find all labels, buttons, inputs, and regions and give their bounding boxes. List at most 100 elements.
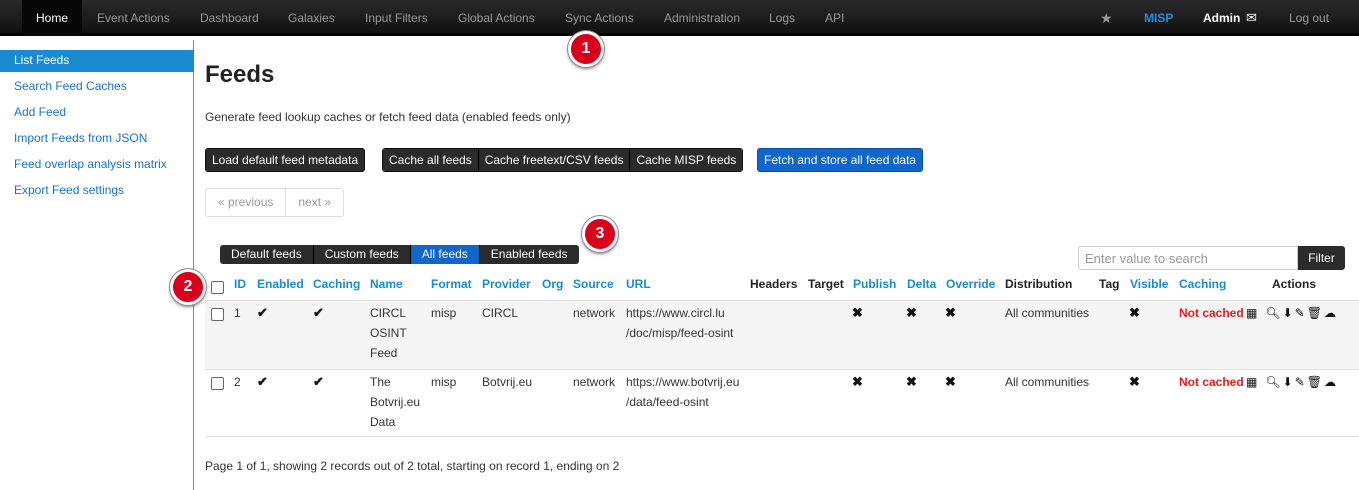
cloud-download-icon[interactable]: ☁ — [1324, 306, 1336, 320]
sidebar-item-list-feeds[interactable]: List Feeds — [0, 50, 194, 72]
cache-status: Not cached — [1179, 375, 1244, 389]
sidebar-item-search-feed-caches[interactable]: Search Feed Caches — [0, 76, 194, 100]
next-page-link[interactable]: next » — [286, 189, 343, 216]
cloud-download-icon[interactable]: ☁ — [1324, 375, 1336, 389]
nav-input-filters[interactable]: Input Filters — [365, 0, 428, 36]
cache-all-button[interactable]: Cache all feeds — [383, 149, 479, 171]
header-url[interactable]: URL — [626, 277, 651, 291]
search-icon[interactable]: 🔍︎ — [1265, 375, 1280, 389]
header-visible[interactable]: Visible — [1130, 277, 1168, 291]
load-default-feeds-button[interactable]: Load default feed metadata — [205, 148, 366, 172]
page-title: Feeds — [205, 61, 275, 88]
nav-brand[interactable]: MISP — [1144, 0, 1173, 36]
tab-all-feeds[interactable]: All feeds — [410, 245, 480, 264]
search-icon[interactable]: 🔍︎ — [1265, 306, 1280, 320]
edit-icon[interactable]: ✎ — [1295, 375, 1305, 389]
header-actions: Actions — [1272, 277, 1317, 291]
cross-icon: ✖ — [945, 374, 956, 389]
cross-icon: ✖ — [906, 305, 917, 320]
header-name[interactable]: Name — [370, 277, 403, 291]
header-headers: Headers — [750, 277, 798, 291]
tab-enabled-feeds[interactable]: Enabled feeds — [480, 245, 579, 264]
header-distribution: Distribution — [1005, 277, 1073, 291]
cell-source: network — [573, 306, 616, 320]
nav-user[interactable]: Admin — [1203, 0, 1240, 36]
top-navbar: Home Event Actions Dashboard Galaxies In… — [0, 0, 1359, 36]
row-checkbox[interactable] — [211, 377, 224, 390]
trash-icon[interactable]: 🗑︎ — [1307, 306, 1322, 320]
header-delta[interactable]: Delta — [907, 277, 936, 291]
sidebar-item-overlap-matrix[interactable]: Feed overlap analysis matrix — [0, 154, 194, 178]
header-override[interactable]: Override — [946, 277, 995, 291]
header-enabled[interactable]: Enabled — [257, 277, 304, 291]
nav-sync-actions[interactable]: Sync Actions — [565, 0, 634, 36]
cache-misp-button[interactable]: Cache MISP feeds — [630, 149, 743, 171]
cache-button-group: Cache all feeds Cache freetext/CSV feeds… — [382, 148, 744, 172]
header-caching[interactable]: Caching — [313, 277, 360, 291]
header-format[interactable]: Format — [431, 277, 472, 291]
cross-icon: ✖ — [1129, 374, 1140, 389]
feed-filter-tabs: Default feeds Custom feeds All feeds Ena… — [220, 245, 579, 264]
header-id[interactable]: ID — [234, 277, 246, 291]
row-checkbox[interactable] — [211, 308, 224, 321]
pagination: « previous next » — [205, 188, 345, 217]
pagination-summary: Page 1 of 1, showing 2 records out of 2 … — [205, 459, 620, 473]
previous-page-link[interactable]: « previous — [206, 189, 287, 216]
cell-url-line: /doc/misp/feed-osint — [626, 326, 734, 340]
row-actions: ▦ 🔍︎ ⬇ ✎ 🗑︎ ☁ — [1246, 375, 1336, 389]
cross-icon: ✖ — [1129, 305, 1140, 320]
nav-administration[interactable]: Administration — [664, 0, 740, 36]
nav-dashboard[interactable]: Dashboard — [200, 0, 259, 36]
header-publish[interactable]: Publish — [853, 277, 896, 291]
nav-api[interactable]: API — [825, 0, 844, 36]
cross-icon: ✖ — [852, 374, 863, 389]
cross-icon: ✖ — [906, 374, 917, 389]
header-caching-status[interactable]: Caching — [1179, 277, 1226, 291]
sidebar-item-add-feed[interactable]: Add Feed — [0, 102, 194, 126]
callout-badge-3: 3 — [582, 216, 618, 252]
cell-provider: Botvrij.eu — [482, 375, 533, 389]
cell-format: misp — [431, 306, 457, 320]
header-provider[interactable]: Provider — [482, 277, 531, 291]
star-icon[interactable]: ★ — [1100, 0, 1113, 36]
cell-name-line: Botvrij.eu — [370, 395, 421, 409]
cross-icon: ✖ — [945, 305, 956, 320]
cell-name-line: Feed — [370, 346, 398, 360]
header-source[interactable]: Source — [573, 277, 614, 291]
tab-default-feeds[interactable]: Default feeds — [220, 245, 314, 264]
nav-home[interactable]: Home — [22, 0, 83, 36]
nav-event-actions[interactable]: Event Actions — [97, 0, 170, 36]
search-input[interactable] — [1078, 246, 1298, 270]
filter-button[interactable]: Filter — [1298, 246, 1345, 270]
cell-id: 1 — [234, 306, 241, 320]
fetch-store-button[interactable]: Fetch and store all feed data — [757, 148, 924, 172]
check-icon: ✔ — [313, 305, 324, 320]
sidebar: List Feeds Search Feed Caches Add Feed I… — [0, 40, 194, 490]
download-icon[interactable]: ⬇ — [1283, 306, 1293, 320]
cell-name-line: OSINT — [370, 326, 407, 340]
edit-icon[interactable]: ✎ — [1295, 306, 1305, 320]
nav-logs[interactable]: Logs — [769, 0, 795, 36]
header-org[interactable]: Org — [542, 277, 563, 291]
cell-distribution: All communities — [1005, 306, 1090, 320]
cell-name-line: Data — [370, 415, 396, 429]
nav-galaxies[interactable]: Galaxies — [288, 0, 335, 36]
cell-url-line: https://www.botvrij.eu — [626, 375, 740, 389]
sidebar-item-import-feeds[interactable]: Import Feeds from JSON — [0, 128, 194, 152]
header-tag: Tag — [1099, 277, 1120, 291]
cache-status: Not cached — [1179, 306, 1244, 320]
callout-badge-2: 2 — [170, 269, 206, 305]
check-icon: ✔ — [257, 305, 268, 320]
nav-logout[interactable]: Log out — [1289, 0, 1329, 36]
tab-custom-feeds[interactable]: Custom feeds — [314, 245, 411, 264]
cache-freetext-button[interactable]: Cache freetext/CSV feeds — [478, 149, 631, 171]
trash-icon[interactable]: 🗑︎ — [1307, 375, 1322, 389]
memory-icon[interactable]: ▦ — [1246, 375, 1257, 389]
nav-global-actions[interactable]: Global Actions — [458, 0, 535, 36]
select-all-checkbox[interactable] — [211, 281, 224, 294]
sidebar-item-export-settings[interactable]: Export Feed settings — [0, 180, 194, 204]
cell-url-line: /data/feed-osint — [626, 395, 709, 409]
envelope-icon[interactable]: ✉ — [1246, 0, 1257, 36]
download-icon[interactable]: ⬇ — [1283, 375, 1293, 389]
memory-icon[interactable]: ▦ — [1246, 306, 1257, 320]
